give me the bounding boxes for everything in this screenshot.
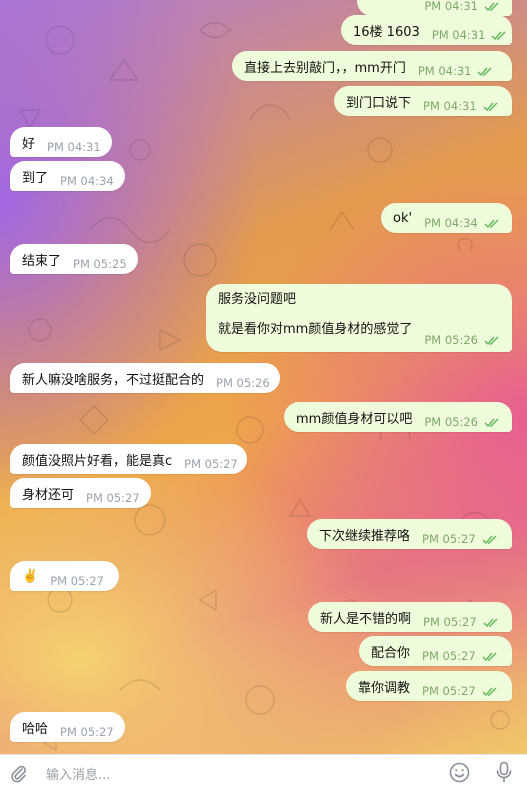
message-text: ✌️ xyxy=(22,568,39,584)
message-text: 到门口说下 xyxy=(346,95,412,111)
message-bubble-outgoing[interactable]: 新人是不错的啊 PM 05:27 xyxy=(308,602,512,632)
message-bubble-incoming[interactable]: 结束了 PM 05:25 xyxy=(10,244,138,274)
message-input[interactable]: 输入消息... xyxy=(46,764,110,783)
message-text: 身材还可 xyxy=(22,487,75,503)
double-check-icon xyxy=(484,418,500,427)
message-bubble-outgoing[interactable]: ok' PM 04:34 xyxy=(381,203,512,233)
message-bubble-incoming[interactable]: 身材还可 PM 05:27 xyxy=(10,478,151,508)
double-check-icon xyxy=(483,618,499,627)
message-bubble-outgoing[interactable]: 到门口说下 PM 04:31 xyxy=(334,86,512,116)
message-text: 新人嘛没啥服务，不过挺配合的 xyxy=(22,372,205,388)
message-time: PM 04:34 xyxy=(424,216,478,230)
message-composer: 输入消息... xyxy=(0,754,527,789)
message-text: 好 xyxy=(22,136,36,152)
message-bubble-outgoing[interactable]: PM 04:31 xyxy=(357,0,512,16)
message-text: 新人是不错的啊 xyxy=(320,611,412,627)
message-text: ok' xyxy=(393,210,413,226)
message-time: PM 05:27 xyxy=(422,649,476,663)
message-text: 靠你调教 xyxy=(358,680,411,696)
double-check-icon xyxy=(484,336,500,345)
message-bubble-outgoing[interactable]: 靠你调教 PM 05:27 xyxy=(346,671,512,701)
message-time: PM 05:27 xyxy=(422,532,476,546)
message-bubble-incoming[interactable]: 哈哈 PM 05:27 xyxy=(10,712,125,742)
message-text: 直接上去别敲门，，mm开门 xyxy=(244,60,406,76)
message-text: 结束了 xyxy=(22,253,62,269)
message-bubble-outgoing[interactable]: 直接上去别敲门，，mm开门 PM 04:31 xyxy=(232,51,512,81)
message-time: PM 04:31 xyxy=(431,28,486,42)
message-bubble-outgoing[interactable]: 16楼 1603 PM 04:31 xyxy=(341,15,512,45)
message-time: PM 05:26 xyxy=(424,333,478,347)
message-bubble-outgoing[interactable]: mm颜值身材可以吧 PM 05:26 xyxy=(284,402,512,432)
message-bubble-outgoing[interactable]: 配合你 PM 05:27 xyxy=(359,636,512,666)
message-time: PM 05:26 xyxy=(424,415,478,429)
message-time: PM 04:31 xyxy=(424,0,478,13)
message-bubble-incoming[interactable]: 到了 PM 04:34 xyxy=(10,161,125,191)
double-check-icon xyxy=(482,687,498,696)
message-bubble-incoming[interactable]: 颜值没照片好看，能是真c PM 05:27 xyxy=(10,444,247,474)
message-time: PM 04:31 xyxy=(47,140,101,154)
message-text: 服务没问题吧 xyxy=(218,292,297,307)
double-check-icon xyxy=(483,102,499,111)
double-check-icon xyxy=(482,535,498,544)
message-bubble-incoming[interactable]: 新人嘛没啥服务，不过挺配合的 PM 05:26 xyxy=(10,363,280,393)
message-time: PM 04:31 xyxy=(417,64,472,78)
message-time: PM 05:27 xyxy=(50,574,104,588)
message-time: PM 05:27 xyxy=(422,684,476,698)
message-time: PM 05:27 xyxy=(86,491,140,505)
double-check-icon xyxy=(484,2,500,11)
message-time: PM 05:25 xyxy=(73,257,127,271)
microphone-icon[interactable] xyxy=(494,761,514,787)
message-bubble-outgoing[interactable]: 下次继续推荐咯 PM 05:27 xyxy=(307,519,512,549)
message-time: PM 04:31 xyxy=(423,99,477,113)
message-bubble-incoming[interactable]: 好 PM 04:31 xyxy=(10,127,112,157)
message-time: PM 05:26 xyxy=(216,376,270,390)
double-check-icon xyxy=(477,67,493,76)
message-bubble-outgoing[interactable]: 服务没问题吧 就是看你对mm颜值身材的感觉了 PM 05:26 xyxy=(206,284,512,352)
double-check-icon xyxy=(482,652,498,661)
message-time: PM 05:27 xyxy=(60,725,114,739)
double-check-icon xyxy=(484,219,500,228)
message-time: PM 05:27 xyxy=(423,615,477,629)
paperclip-icon[interactable] xyxy=(8,763,28,787)
message-text: 配合你 xyxy=(371,645,411,661)
smiley-icon[interactable] xyxy=(449,762,470,787)
message-text: 颜值没照片好看，能是真c xyxy=(22,453,173,469)
message-text: mm颜值身材可以吧 xyxy=(296,411,413,427)
message-text: 到了 xyxy=(22,170,49,186)
message-meta: PM 05:26 xyxy=(424,333,500,347)
message-bubble-incoming[interactable]: ✌️ PM 05:27 xyxy=(10,561,119,591)
message-text: 哈哈 xyxy=(22,721,49,737)
message-text: 下次继续推荐咯 xyxy=(319,528,411,544)
message-time: PM 04:34 xyxy=(60,174,114,188)
message-text: 16楼 1603 xyxy=(353,24,420,40)
double-check-icon xyxy=(491,31,507,40)
message-time: PM 05:27 xyxy=(184,457,238,471)
